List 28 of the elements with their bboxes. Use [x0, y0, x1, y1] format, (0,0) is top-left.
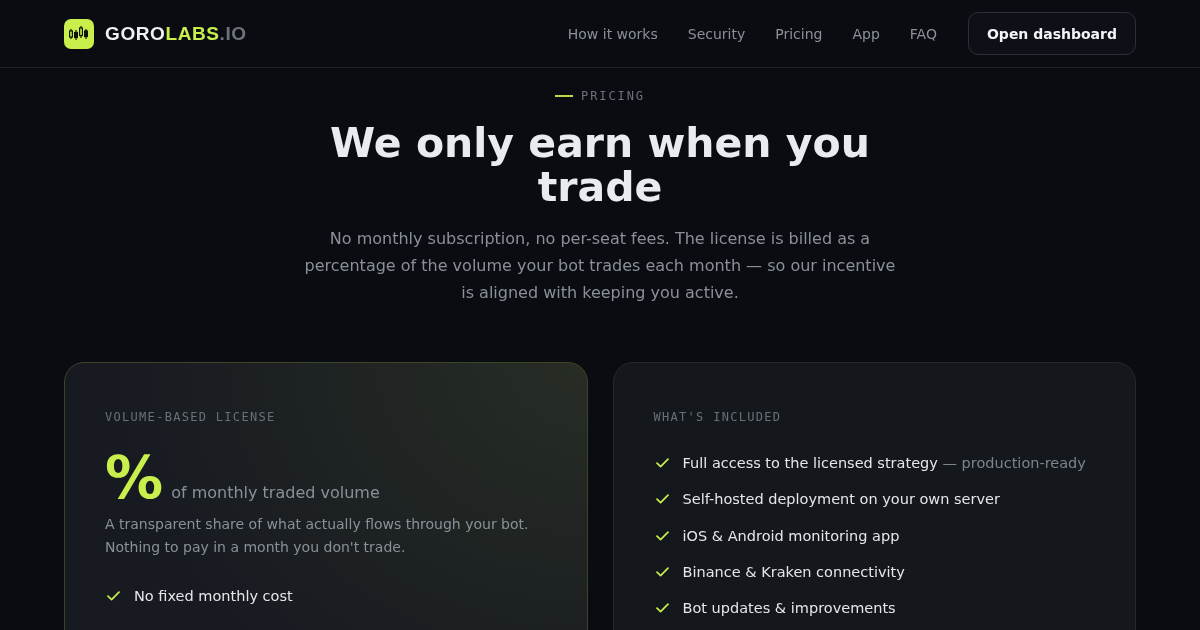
feature-text: iOS & Android monitoring app [682, 526, 900, 546]
check-icon [655, 458, 669, 468]
check-icon [655, 530, 669, 541]
feature-text: Bot updates & improvements [682, 599, 896, 619]
card-description: A transparent share of what actually flows through your bot. Nothing to pay in a month you don't trade. [105, 515, 530, 557]
card-label: WHAT'S INCLUDED [653, 409, 783, 425]
price-symbol: % [105, 447, 164, 509]
feature-text: No fixed monthly cost [134, 587, 293, 606]
nav-link[interactable]: FAQ [909, 25, 937, 42]
price-unit: of monthly traded volume [171, 483, 380, 502]
nav-link[interactable]: Pricing [775, 25, 823, 42]
check-icon [107, 591, 120, 601]
feature-text: Self-hosted deployment on your own server [682, 490, 1000, 510]
section-title: We only earn when you trade [329, 121, 871, 209]
check-icon [655, 494, 669, 505]
candlestick-logo-icon [64, 18, 94, 49]
section-lead: No monthly subscription, no per-seat fees. The license is billed as a percentage of the volume your bot trades each month — so our incentive is aligned with keeping you active. [303, 228, 897, 304]
nav-link[interactable]: Security [687, 25, 746, 42]
check-icon [655, 566, 669, 577]
open-dashboard-button[interactable]: Open dashboard [967, 12, 1136, 55]
nav-link[interactable]: How it works [567, 25, 658, 42]
feature-text: Full access to the licensed strategy — production-ready [682, 454, 1086, 473]
check-icon [655, 603, 669, 614]
section-eyebrow: PRICING [581, 88, 645, 104]
brand-name: GOROLABS.IO [105, 22, 247, 45]
feature-text: Binance & Kraken connectivity [682, 562, 905, 582]
card-label: VOLUME-BASED LICENSE [105, 409, 277, 425]
nav-link[interactable]: App [852, 25, 880, 42]
